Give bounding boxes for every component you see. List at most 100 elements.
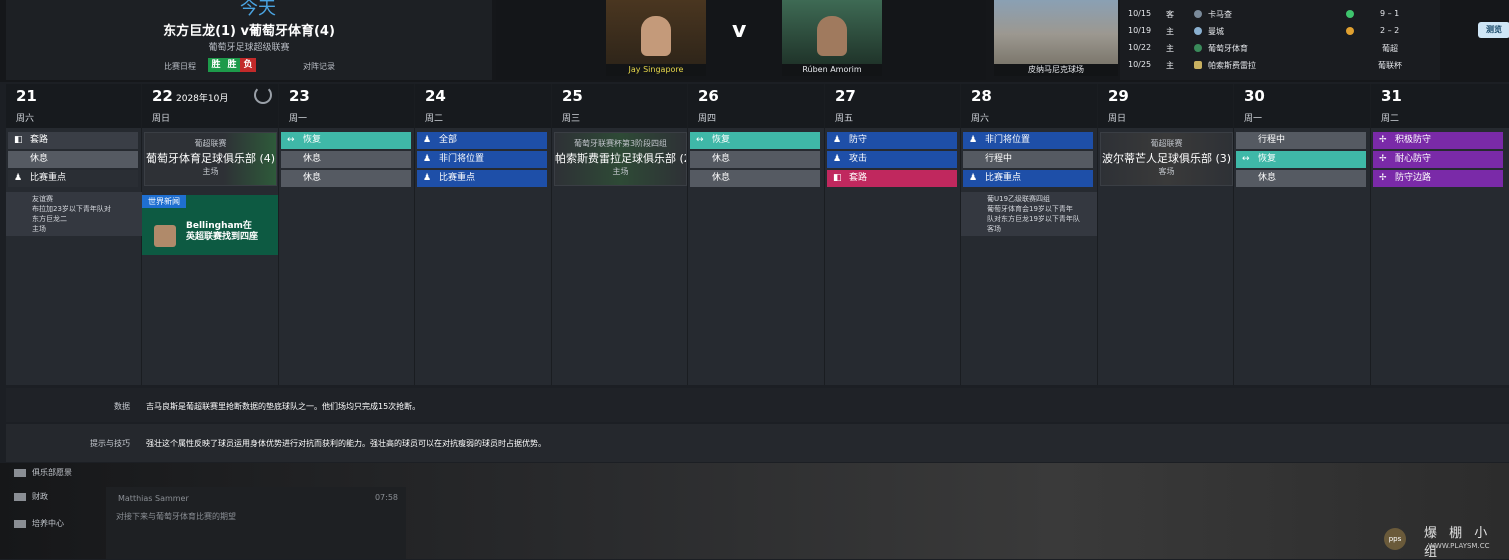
tips-row: 提示与技巧 强壮这个属性反映了球员运用身体优势进行对抗而获利的能力。强壮高的球员…: [6, 424, 1509, 462]
training-slot[interactable]: ♟ 防守: [827, 132, 957, 149]
training-slot[interactable]: 行程中: [963, 151, 1093, 168]
day-header[interactable]: 21 周六: [6, 84, 141, 128]
opponent-name: 葡萄牙体育足球俱乐部 (4): [145, 152, 276, 165]
day-header[interactable]: 22 2028年10月 周日: [142, 84, 278, 128]
fixture-team: 葡萄牙体育: [1208, 44, 1248, 53]
fixture-row[interactable]: 10/25 主 帕索斯费雷拉 葡联杯: [1128, 60, 1428, 72]
briefcase-icon: [14, 468, 26, 477]
day-header[interactable]: 31 周二: [1371, 84, 1509, 128]
fixture-row[interactable]: 10/15 客 卡马查 9 – 1: [1128, 9, 1428, 21]
venue-label: 主场: [612, 167, 629, 176]
training-slot[interactable]: ♟ 非门将位置: [417, 151, 547, 168]
match-card[interactable]: 葡萄牙联赛杯第3阶段四组 帕索斯费雷拉足球俱乐部 (2) 主场: [554, 132, 687, 186]
training-slot[interactable]: 行程中: [1236, 132, 1366, 149]
watermark-title: 爆 棚 小 组: [1424, 526, 1492, 560]
today-arrow[interactable]: 今天: [240, 0, 276, 20]
player-icon: ♟: [969, 173, 978, 183]
training-label: 防守边路: [1395, 173, 1432, 183]
training-slot[interactable]: 休息: [281, 170, 411, 187]
h2h-link[interactable]: 对阵记录: [303, 61, 335, 72]
day-header[interactable]: 28 周六: [961, 84, 1097, 128]
training-slot[interactable]: 休息: [1236, 170, 1366, 187]
player-card-right[interactable]: Rúben Amorim: [782, 0, 882, 76]
club-crest-icon: [1194, 27, 1202, 35]
fixture-row[interactable]: 10/22 主 葡萄牙体育 葡超: [1128, 43, 1428, 55]
training-slot[interactable]: 休息: [690, 170, 820, 187]
day-header[interactable]: 23 周一: [279, 84, 414, 128]
day-header[interactable]: 26 周四: [688, 84, 824, 128]
friendly-match-event[interactable]: 友谊赛 布拉加23岁以下青年队对 东方巨龙二 主场: [6, 192, 142, 236]
player-card-left[interactable]: Jay Singapore: [606, 0, 706, 76]
schedule-link[interactable]: 比赛日程: [164, 61, 196, 72]
day-number: 31: [1381, 87, 1402, 105]
nav-training-center[interactable]: 培养中心: [14, 518, 64, 529]
match-title[interactable]: 东方巨龙(1) v葡萄牙体育(4): [6, 20, 492, 39]
training-slot[interactable]: ✢ 防守边路: [1373, 170, 1503, 187]
day-column-25: 25 周三 葡萄牙联赛杯第3阶段四组 帕索斯费雷拉足球俱乐部 (2) 主场: [552, 84, 688, 385]
training-slot[interactable]: ♟ 攻击: [827, 151, 957, 168]
training-slot[interactable]: ✢ 积极防守: [1373, 132, 1503, 149]
club-crest-icon: [1194, 61, 1202, 69]
training-slot[interactable]: ♟ 比赛重点: [8, 170, 138, 187]
day-number: 24: [425, 87, 446, 105]
training-slot[interactable]: ◧ 套路: [8, 132, 138, 149]
news-headline: Bellingham在: [186, 221, 252, 231]
stadium-name: 皮纳马尼克球场: [994, 64, 1118, 76]
training-label: 防守: [849, 135, 868, 145]
fixture-date: 10/19: [1128, 26, 1152, 35]
weekday-label: 周日: [1108, 114, 1127, 124]
training-slot[interactable]: ♟ 全部: [417, 132, 547, 149]
training-slot[interactable]: ♟ 比赛重点: [963, 170, 1093, 187]
nav-club-vision[interactable]: 俱乐部愿景: [14, 467, 72, 478]
nav-finance[interactable]: 财政: [14, 491, 48, 502]
youth-match-event[interactable]: 葡U19乙级联赛四组 葡萄牙体育会19岁以下青年 队对东方巨龙19岁以下青年队 客场: [961, 192, 1097, 236]
tactics-icon: ✢: [1379, 173, 1387, 183]
next-match-card[interactable]: 今天 东方巨龙(1) v葡萄牙体育(4) 葡萄牙足球超级联赛 比赛日程 胜胜负 …: [6, 0, 492, 80]
match-card[interactable]: 葡超联赛 葡萄牙体育足球俱乐部 (4) 主场: [144, 132, 277, 186]
match-card[interactable]: 葡超联赛 波尔蒂芒人足球俱乐部 (3) 客场: [1100, 132, 1233, 186]
training-slot[interactable]: 休息: [281, 151, 411, 168]
day-header[interactable]: 24 周二: [415, 84, 551, 128]
browse-button[interactable]: 测览: [1478, 22, 1509, 38]
day-header[interactable]: 30 周一: [1234, 84, 1370, 128]
weekday-label: 周一: [289, 114, 308, 124]
training-slot[interactable]: ♟ 比赛重点: [417, 170, 547, 187]
day-header[interactable]: 25 周三: [552, 84, 687, 128]
competition-label: 葡超联赛: [1150, 139, 1183, 148]
tactics-icon: ◧: [833, 173, 842, 183]
training-slot[interactable]: ↔ 恢复: [1236, 151, 1366, 168]
training-label: 全部: [439, 135, 458, 145]
fixture-row[interactable]: 10/19 主 曼城 2 – 2: [1128, 26, 1428, 38]
player-icon: ♟: [423, 135, 432, 145]
player-icon: ♟: [833, 154, 842, 164]
form-win: 胜: [224, 58, 240, 72]
training-label: 比赛重点: [439, 173, 476, 183]
stadium-card[interactable]: 皮纳马尼克球场: [994, 0, 1118, 76]
day-header[interactable]: 29 周日: [1098, 84, 1233, 128]
training-slot[interactable]: ↔ 恢复: [690, 132, 820, 149]
day-column-27: 27 周五 ♟ 防守 ♟ 攻击 ◧ 套路: [825, 84, 961, 385]
training-label: 休息: [303, 154, 322, 164]
club-crest-icon: [1194, 44, 1202, 52]
calendar-grid: 21 周六 ◧ 套路 休息 ♟ 比赛重点 友谊赛 布拉加23岁以下青年队对 东方巨龙二 主场…: [6, 84, 1509, 385]
avatar: [817, 16, 847, 56]
day-number: 29: [1108, 87, 1129, 105]
training-slot[interactable]: ♟ 非门将位置: [963, 132, 1093, 149]
player-icon: ♟: [423, 173, 432, 183]
training-slot[interactable]: ↔ 恢复: [281, 132, 411, 149]
day-header[interactable]: 27 周五: [825, 84, 960, 128]
finance-icon: [14, 492, 26, 501]
player-icon: ♟: [833, 135, 842, 145]
world-news-card[interactable]: 世界新闻 Bellingham在 英超联赛找到四座: [142, 195, 278, 255]
training-slot[interactable]: 休息: [690, 151, 820, 168]
fixture-date: 10/15: [1128, 9, 1152, 18]
weekday-label: 周三: [562, 114, 581, 124]
training-label: 套路: [849, 173, 868, 183]
training-slot[interactable]: 休息: [8, 151, 138, 168]
training-label: 恢复: [1258, 154, 1277, 164]
day-column-31: 31 周二 ✢ 积极防守 ✢ 耐心防守 ✢ 防守边路: [1371, 84, 1509, 385]
training-slot[interactable]: ◧ 套路: [827, 170, 957, 187]
fixture-venue: 主: [1166, 61, 1174, 70]
training-slot[interactable]: ✢ 耐心防守: [1373, 151, 1503, 168]
message-preview[interactable]: Matthias Sammer 07:58 对接下来与葡萄牙体育比赛的期望: [106, 487, 406, 559]
